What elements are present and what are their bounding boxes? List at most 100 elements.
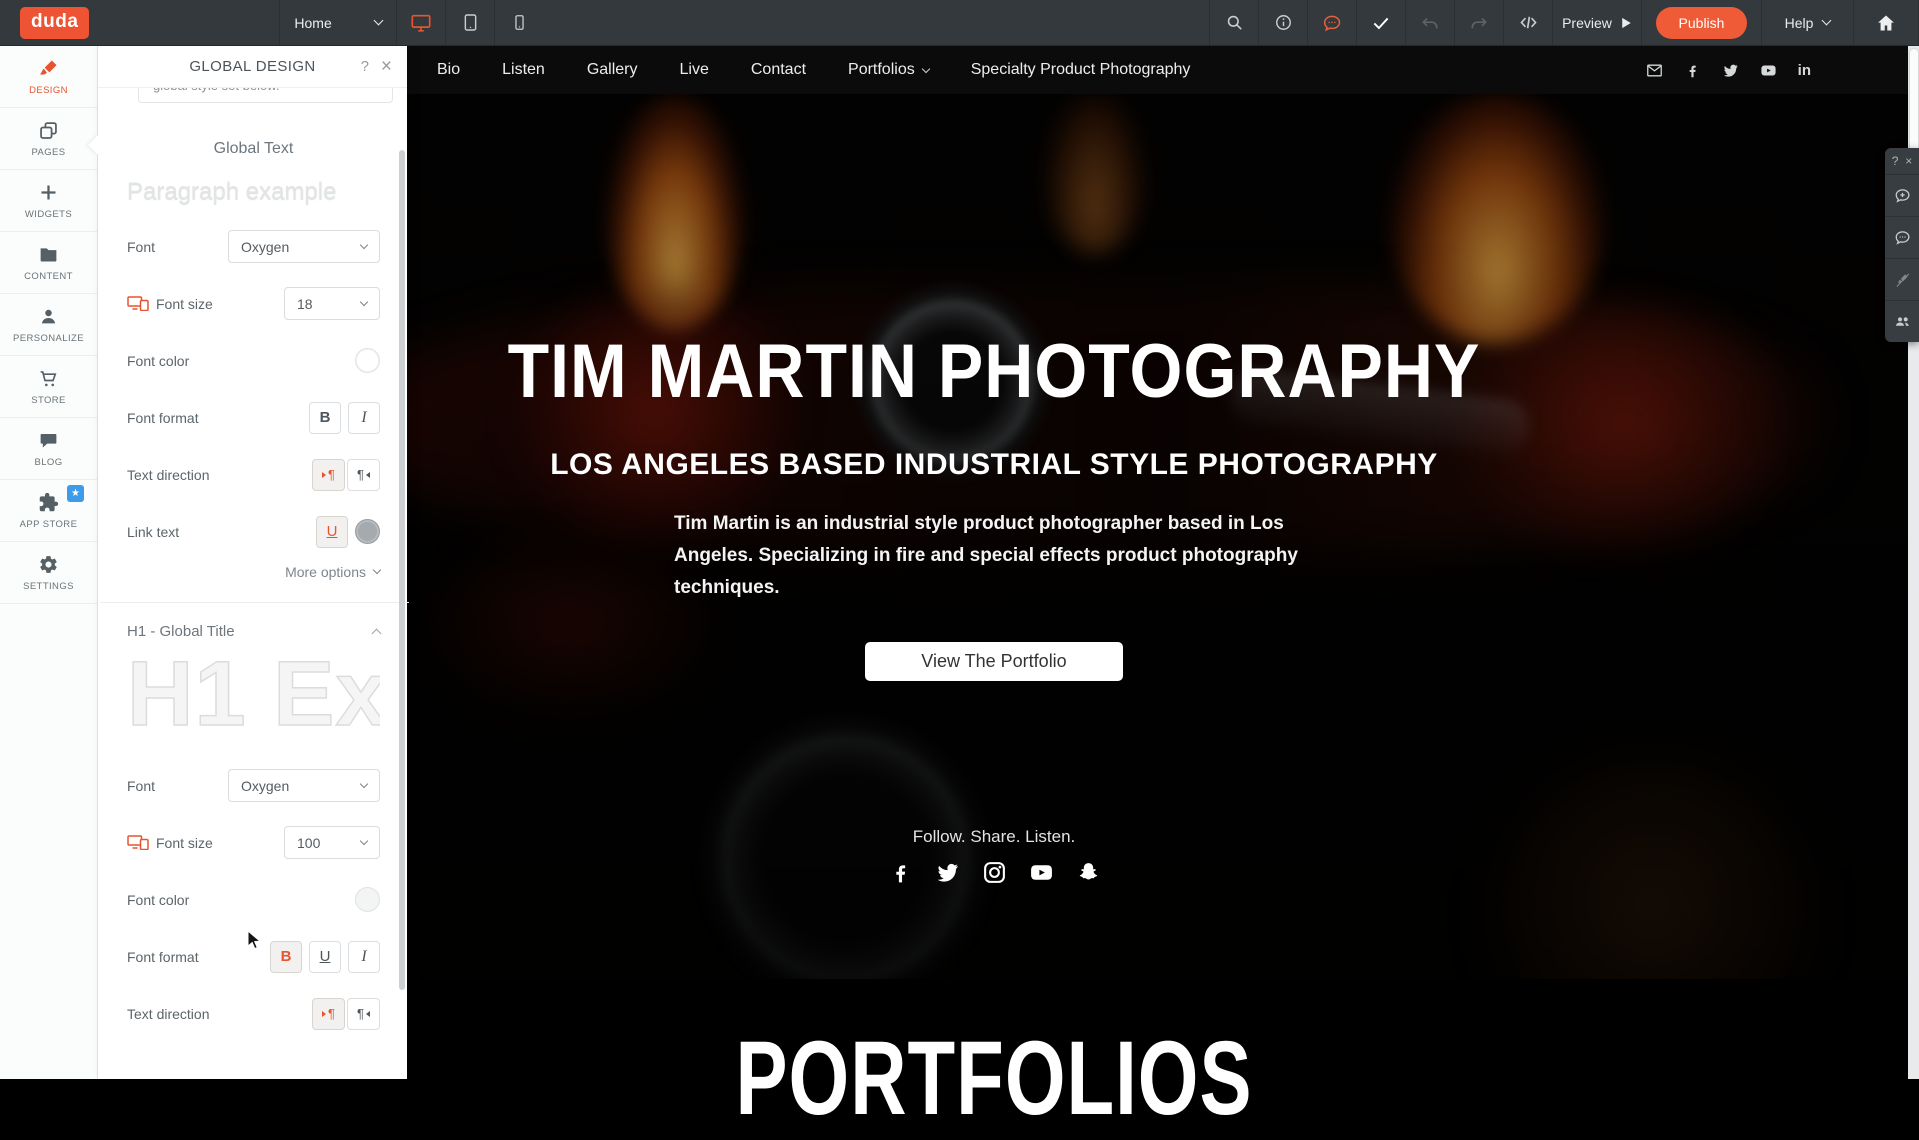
site-nav-social: in [1646,62,1811,79]
h1-ltr-direction-button[interactable]: ¶ [312,998,345,1030]
sidebar-item-settings[interactable]: SETTINGS [0,542,97,604]
panel-close-button[interactable]: × [381,56,392,78]
panel-scrollbar-thumb[interactable] [399,150,405,990]
saved-indicator-button[interactable] [1356,0,1405,45]
dev-mode-button[interactable] [1503,0,1552,45]
youtube-icon[interactable] [1760,62,1777,79]
h1-section-header[interactable]: H1 - Global Title [127,623,380,640]
h1-underline-button[interactable]: U [309,941,341,973]
dashboard-home-button[interactable] [1853,0,1919,45]
tablet-icon [461,13,480,32]
linkedin-icon[interactable]: in [1798,62,1811,79]
instagram-icon[interactable] [982,860,1007,885]
search-button[interactable] [1209,0,1258,45]
redo-button[interactable] [1454,0,1503,45]
pilcrow-rtl-icon: ¶ [357,467,364,482]
sidebar-item-app-store[interactable]: APP STORE ★ [0,480,97,542]
sidebar-item-label: SETTINGS [23,581,74,592]
site-nav-live[interactable]: Live [680,61,709,79]
new-apps-badge: ★ [67,485,84,502]
font-select[interactable]: Oxygen [228,230,380,263]
add-comment-icon [1894,187,1911,204]
nav-label: Portfolios [848,61,915,79]
sidebar-item-widgets[interactable]: WIDGETS [0,170,97,232]
preview-button[interactable]: Preview [1552,0,1641,45]
h1-bold-button[interactable]: B [270,941,302,973]
h1-rtl-direction-button[interactable]: ¶ [347,998,380,1030]
twitter-icon[interactable] [1722,62,1739,79]
site-nav-gallery[interactable]: Gallery [587,61,638,79]
font-size-label-text: Font size [156,296,213,312]
undo-button[interactable] [1405,0,1454,45]
h1-text-direction-label: Text direction [127,1006,209,1022]
tools-help-button[interactable]: ? [1892,154,1899,168]
panel-help-button[interactable]: ? [361,58,369,75]
add-comment-button[interactable] [1885,174,1919,216]
desktop-view-button[interactable] [396,0,445,45]
h1-font-color-swatch[interactable] [355,887,380,912]
info-icon [1274,13,1293,32]
site-nav-bio[interactable]: Bio [437,61,460,79]
rtl-direction-button[interactable]: ¶ [347,459,380,491]
nav-label: Bio [437,61,460,79]
facebook-icon[interactable] [888,860,913,885]
facebook-icon[interactable] [1684,62,1701,79]
h1-italic-button[interactable]: I [348,941,380,973]
site-nav-contact[interactable]: Contact [751,61,806,79]
folder-icon [38,244,59,265]
sidebar-item-pages[interactable]: PAGES [0,108,97,170]
snapchat-icon[interactable] [1076,860,1101,885]
sidebar-item-label: PERSONALIZE [13,333,84,344]
paragraph-example-preview: Paragraph example [127,178,380,206]
h1-font-size-select[interactable]: 100 [284,826,380,859]
comments-button[interactable] [1885,216,1919,258]
h1-example-preview: H1 Example [127,644,380,745]
h1-font-format-label: Font format [127,949,199,965]
site-nav-listen[interactable]: Listen [502,61,545,79]
tablet-view-button[interactable] [445,0,494,45]
site-nav-portfolios[interactable]: Portfolios [848,61,929,79]
site-nav-specialty[interactable]: Specialty Product Photography [971,61,1191,79]
email-icon[interactable] [1646,62,1663,79]
link-underline-button[interactable]: U [316,516,348,548]
collaborators-button[interactable] [1885,300,1919,342]
font-color-swatch[interactable] [355,348,380,373]
play-icon [1621,17,1632,29]
portfolios-heading: PORTFOLIOS [736,1017,1253,1140]
youtube-icon[interactable] [1029,860,1054,885]
responsive-devices-icon [127,835,149,850]
link-color-swatch[interactable] [355,519,380,544]
sidebar-item-content[interactable]: CONTENT [0,232,97,294]
h1-font-size-label: Font size [127,835,213,851]
sidebar-item-design[interactable]: DESIGN [0,46,97,108]
ltr-direction-button[interactable]: ¶ [312,459,345,491]
pilcrow-ltr-icon: ¶ [328,467,335,482]
preview-label: Preview [1562,15,1612,31]
publish-button[interactable]: Publish [1656,7,1748,39]
mobile-view-button[interactable] [494,0,543,45]
nav-label: Gallery [587,61,638,79]
sidebar-item-personalize[interactable]: PERSONALIZE [0,294,97,356]
comment-bubble-icon [1322,13,1342,33]
sidebar-item-blog[interactable]: BLOG [0,418,97,480]
sidebar-item-label: PAGES [31,147,65,158]
sidebar-item-label: CONTENT [24,271,73,282]
italic-button[interactable]: I [348,402,380,434]
preview-scrollbar-thumb[interactable] [1910,49,1918,161]
page-selector[interactable]: Home [279,0,396,45]
tools-close-button[interactable]: × [1905,154,1912,168]
more-options-link[interactable]: More options [127,564,380,580]
view-portfolio-button[interactable]: View The Portfolio [865,642,1122,681]
code-icon [1518,12,1539,33]
sidebar-item-store[interactable]: STORE [0,356,97,418]
font-size-select[interactable]: 18 [284,287,380,320]
nav-label: Live [680,61,709,79]
hidden-widgets-button[interactable] [1885,258,1919,300]
bold-button[interactable]: B [309,402,341,434]
h1-font-select[interactable]: Oxygen [228,769,380,802]
duda-logo[interactable]: duda [20,7,89,39]
twitter-icon[interactable] [935,860,960,885]
info-button[interactable] [1258,0,1307,45]
feedback-button[interactable] [1307,0,1356,45]
help-menu[interactable]: Help [1761,0,1853,45]
